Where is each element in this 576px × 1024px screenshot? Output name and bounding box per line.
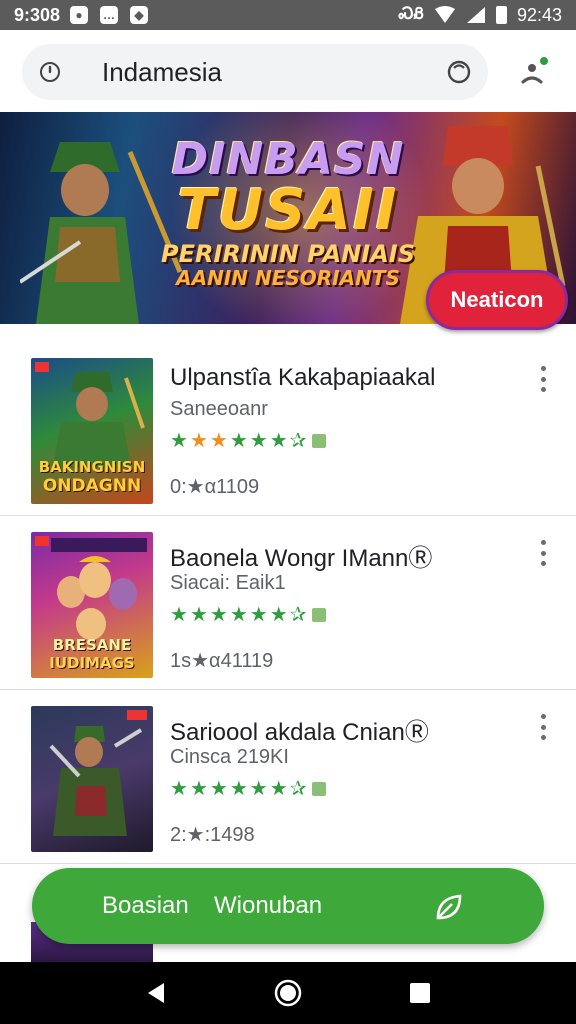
- star-icon: ✰: [289, 778, 307, 800]
- star-icon: ★: [209, 604, 228, 626]
- floating-bar-secondary-label[interactable]: Wionuban: [214, 892, 322, 920]
- thumbnail-caption-2: ONDAGNN: [42, 476, 142, 496]
- status-right: ᏍᏰ 92:43: [399, 5, 562, 26]
- editor-badge-icon: [312, 781, 327, 796]
- star-icon: ★: [189, 604, 208, 626]
- editor-badge-icon: [312, 433, 327, 448]
- search-input[interactable]: Indamesia: [102, 57, 222, 88]
- app-thumbnail[interactable]: BRESANE IUDIMAGS: [31, 532, 153, 678]
- search-bar[interactable]: Indamesia: [22, 44, 488, 100]
- chat-icon: …: [100, 6, 119, 24]
- shield-icon: ◆: [130, 6, 149, 24]
- app-thumbnail[interactable]: [31, 706, 153, 852]
- account-icon[interactable]: [518, 56, 550, 88]
- rating-stars: ★ ★ ★ ★ ★ ★ ✰: [170, 776, 327, 801]
- star-icon: ★: [249, 778, 268, 800]
- star-icon: ✰: [289, 430, 307, 452]
- star-icon: ★: [229, 604, 248, 626]
- star-icon: ★: [170, 430, 188, 452]
- app-meta: 0:★α1109: [170, 476, 260, 498]
- search-header: Indamesia: [0, 30, 576, 112]
- star-icon: ★: [189, 778, 208, 800]
- list-item[interactable]: BRESANE IUDIMAGS Baonela Wongr IMannⓇ Si…: [0, 516, 576, 690]
- back-icon[interactable]: [141, 978, 171, 1008]
- history-icon[interactable]: [38, 60, 62, 84]
- recents-icon[interactable]: [405, 978, 435, 1008]
- editor-badge-icon: [312, 607, 327, 622]
- list-item[interactable]: Sarioool akdala CnianⓇ Cinsca 219KI ★ ★ …: [0, 690, 576, 864]
- star-icon: ★: [170, 604, 188, 626]
- app-title[interactable]: Ulpanstîa Kakaþapiaakal: [170, 364, 436, 392]
- battery-icon: [495, 6, 507, 24]
- star-icon: ★: [229, 778, 248, 800]
- app-subtitle: Cinsca 219KI: [170, 746, 289, 768]
- rating-stars: ★ ★ ★ ★ ★ ★ ✰: [170, 428, 327, 453]
- app-meta: 1s★α41119: [170, 650, 274, 672]
- star-icon: ★: [209, 430, 228, 452]
- star-icon: ★: [189, 430, 208, 452]
- app-thumbnail[interactable]: BAKINGNISN ONDAGNN: [31, 358, 153, 504]
- star-icon: ★: [209, 778, 228, 800]
- more-options-icon[interactable]: [532, 714, 554, 740]
- system-nav-bar: [0, 962, 576, 1024]
- thumbnail-art: [49, 710, 147, 836]
- status-time: 9:308: [14, 4, 61, 25]
- more-options-icon[interactable]: [532, 366, 554, 392]
- thumbnail-caption-1: BAKINGNISN: [38, 458, 146, 476]
- star-icon: ★: [229, 430, 248, 452]
- app-list: BAKINGNISN ONDAGNN Ulpanstîa Kakaþapiaa…: [0, 342, 576, 864]
- thumbnail-caption-2: IUDIMAGS: [49, 654, 135, 672]
- thumbnail-caption-1: BRESANE: [52, 636, 132, 654]
- voice-search-icon[interactable]: [446, 59, 472, 85]
- app-screen: 9:308 ● … ◆ ᏍᏰ 92:43 Indamesia DINBASN T…: [0, 0, 576, 1024]
- star-icon: ★: [249, 604, 268, 626]
- battery-text: 92:43: [516, 4, 562, 25]
- star-icon: ★: [269, 778, 288, 800]
- leaf-icon[interactable]: [432, 890, 466, 924]
- list-item[interactable]: BAKINGNISN ONDAGNN Ulpanstîa Kakaþapiaa…: [0, 342, 576, 516]
- star-icon: ★: [269, 430, 288, 452]
- floating-bar-primary-label[interactable]: Boasian: [102, 892, 189, 920]
- star-icon: ★: [170, 778, 188, 800]
- app-meta: 2:★:1498: [170, 824, 255, 846]
- app-title[interactable]: Baonela Wongr IMannⓇ: [170, 538, 432, 573]
- star-icon: ★: [269, 604, 288, 626]
- banner-subtitle-line-1: PERIRININ PANIAIS: [160, 240, 416, 268]
- wifi-icon: [434, 6, 455, 23]
- rating-stars: ★ ★ ★ ★ ★ ★ ✰: [170, 602, 327, 627]
- more-options-icon[interactable]: [532, 540, 554, 566]
- floating-action-bar[interactable]: Boasian Wionuban: [32, 868, 544, 944]
- app-subtitle: Siacai: Eaik1: [170, 572, 286, 594]
- star-icon: ✰: [289, 604, 307, 626]
- status-bar: 9:308 ● … ◆ ᏍᏰ 92:43: [0, 0, 576, 30]
- network-indicator: ᏍᏰ: [398, 6, 424, 23]
- banner-action-button[interactable]: Neaticon: [426, 270, 568, 330]
- home-icon[interactable]: [273, 978, 303, 1008]
- banner-title-line-2: TUSAII: [177, 178, 399, 243]
- signal-icon: [466, 7, 485, 23]
- star-icon: ★: [249, 430, 268, 452]
- app-title[interactable]: Sarioool akdala CnianⓇ: [170, 712, 429, 747]
- app-subtitle: Saneeoanr: [170, 398, 268, 420]
- record-icon: ●: [70, 6, 89, 24]
